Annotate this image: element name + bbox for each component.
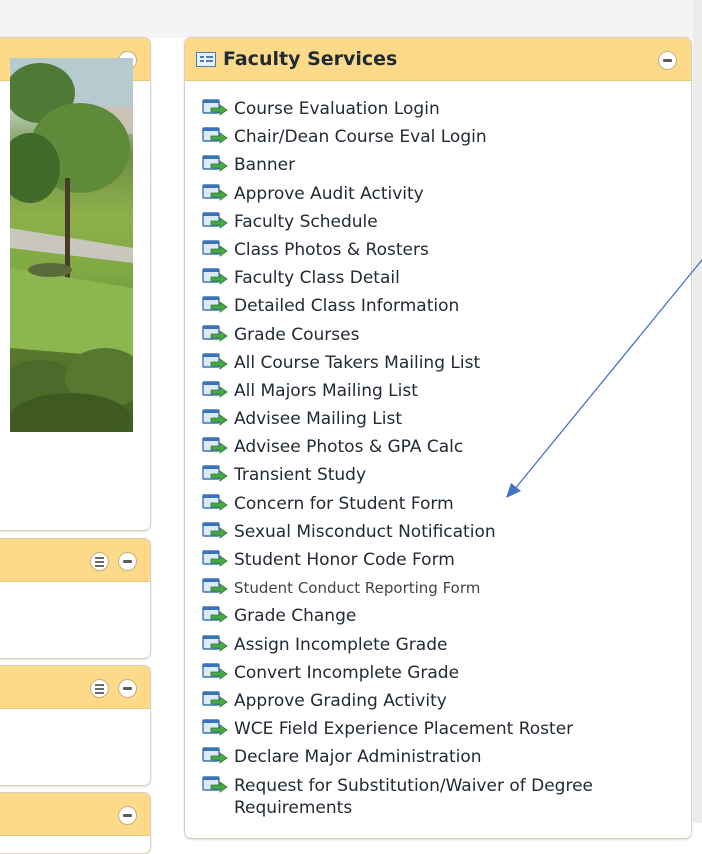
faculty-link[interactable]: Faculty Schedule	[202, 211, 672, 239]
faculty-link[interactable]: Advisee Mailing List	[202, 408, 672, 436]
faculty-link[interactable]: Student Conduct Reporting Form	[202, 577, 672, 605]
link-arrow-icon	[202, 437, 228, 455]
faculty-link-label[interactable]: Chair/Dean Course Eval Login	[234, 127, 487, 147]
page-scrollbar[interactable]	[693, 0, 702, 823]
faculty-link-label[interactable]: Student Conduct Reporting Form	[234, 579, 480, 597]
link-arrow-icon	[202, 550, 228, 567]
link-arrow-icon	[202, 268, 228, 285]
link-arrow-icon	[202, 127, 228, 144]
link-arrow-icon	[202, 747, 228, 765]
portlet-icon	[196, 52, 216, 67]
link-arrow-icon	[202, 352, 228, 370]
link-arrow-icon	[202, 99, 228, 116]
faculty-link[interactable]: WCE Field Experience Placement Roster	[202, 718, 672, 746]
faculty-link[interactable]: Faculty Class Detail	[202, 267, 672, 295]
faculty-links-list: Course Evaluation Login Chair/Dean Course…	[202, 98, 672, 823]
link-arrow-icon	[202, 775, 228, 793]
faculty-link[interactable]: Concern for Student Form	[202, 493, 672, 521]
faculty-link-label[interactable]: Advisee Photos & GPA Calc	[234, 437, 463, 457]
faculty-link-label[interactable]: WCE Field Experience Placement Roster	[234, 719, 573, 739]
faculty-link-label[interactable]: Assign Incomplete Grade	[234, 635, 447, 655]
campus-photo	[10, 58, 133, 432]
link-arrow-icon	[202, 183, 228, 201]
faculty-link[interactable]: Transient Study	[202, 464, 672, 492]
faculty-link-label[interactable]: Faculty Class Detail	[234, 268, 400, 288]
link-arrow-icon	[202, 465, 228, 483]
faculty-link-label[interactable]: Sexual Misconduct Notification	[234, 522, 496, 542]
collapse-icon[interactable]	[118, 806, 137, 825]
faculty-link[interactable]: Banner	[202, 154, 672, 182]
faculty-link[interactable]: Class Photos & Rosters	[202, 239, 672, 267]
faculty-link[interactable]: All Majors Mailing List	[202, 380, 672, 408]
link-arrow-icon	[202, 155, 228, 173]
faculty-link-label[interactable]: Grade Courses	[234, 325, 359, 345]
faculty-link[interactable]: Detailed Class Information	[202, 295, 672, 323]
faculty-link-label[interactable]: Grade Change	[234, 606, 356, 626]
link-arrow-icon	[202, 212, 228, 229]
panel-title: Faculty Services	[223, 48, 398, 70]
link-arrow-icon	[202, 522, 228, 539]
faculty-link[interactable]: All Course Takers Mailing List	[202, 352, 672, 380]
faculty-link-label[interactable]: Course Evaluation Login	[234, 99, 440, 119]
panel-header	[0, 793, 150, 836]
top-bar	[0, 0, 702, 38]
faculty-link-label[interactable]: All Majors Mailing List	[234, 381, 418, 401]
faculty-link-label[interactable]: Declare Major Administration	[234, 747, 482, 767]
faculty-link-label[interactable]: Student Honor Code Form	[234, 550, 455, 570]
faculty-link-label[interactable]: Convert Incomplete Grade	[234, 663, 459, 683]
link-arrow-icon	[202, 691, 228, 708]
faculty-link-label[interactable]: Request for Substitution/Waiver of Degre…	[234, 776, 593, 818]
link-arrow-icon	[202, 663, 228, 680]
link-arrow-icon	[202, 324, 228, 342]
faculty-link-label[interactable]: Detailed Class Information	[234, 296, 459, 316]
link-arrow-icon	[202, 296, 228, 314]
faculty-link[interactable]: Advisee Photos & GPA Calc	[202, 436, 672, 464]
faculty-services-header: Faculty Services	[185, 38, 691, 81]
left-panel-2	[0, 538, 151, 659]
panel-header	[0, 539, 150, 582]
collapse-icon[interactable]	[118, 552, 137, 571]
faculty-link-label[interactable]: Approve Audit Activity	[234, 184, 424, 204]
collapse-icon[interactable]	[118, 679, 137, 698]
menu-icon[interactable]	[90, 679, 109, 698]
link-arrow-icon	[202, 381, 228, 398]
faculty-link[interactable]: Approve Audit Activity	[202, 183, 672, 211]
faculty-link-label[interactable]: Transient Study	[234, 465, 366, 485]
link-arrow-icon	[202, 578, 228, 595]
link-arrow-icon	[202, 719, 228, 736]
faculty-link-label[interactable]: Advisee Mailing List	[234, 409, 402, 429]
left-panel-3	[0, 665, 151, 786]
faculty-link[interactable]: Grade Change	[202, 605, 672, 633]
link-arrow-icon	[202, 493, 228, 511]
faculty-services-panel: Faculty Services Course Evaluation Login…	[184, 37, 692, 839]
faculty-link-label[interactable]: Banner	[234, 155, 295, 175]
link-arrow-icon	[202, 606, 228, 624]
faculty-link[interactable]: Approve Grading Activity	[202, 690, 672, 718]
faculty-link[interactable]: Assign Incomplete Grade	[202, 634, 672, 662]
faculty-link-label[interactable]: Faculty Schedule	[234, 212, 378, 232]
faculty-link[interactable]: Sexual Misconduct Notification	[202, 521, 672, 549]
link-arrow-icon	[202, 634, 228, 652]
faculty-link[interactable]: Chair/Dean Course Eval Login	[202, 126, 672, 154]
faculty-link[interactable]: Course Evaluation Login	[202, 98, 672, 126]
faculty-link[interactable]: Request for Substitution/Waiver of Degre…	[202, 775, 674, 823]
panel-header	[0, 666, 150, 709]
link-arrow-icon	[202, 240, 228, 257]
faculty-link-label[interactable]: All Course Takers Mailing List	[234, 353, 480, 373]
faculty-link-label[interactable]: Approve Grading Activity	[234, 691, 447, 711]
faculty-link[interactable]: Convert Incomplete Grade	[202, 662, 672, 690]
faculty-link[interactable]: Declare Major Administration	[202, 746, 672, 774]
link-arrow-icon	[202, 409, 228, 426]
faculty-link[interactable]: Grade Courses	[202, 324, 672, 352]
left-panel-4	[0, 792, 151, 854]
faculty-link[interactable]: Student Honor Code Form	[202, 549, 672, 577]
campus-photo-image	[10, 58, 133, 432]
faculty-link-label[interactable]: Concern for Student Form	[234, 494, 454, 514]
faculty-link-label[interactable]: Class Photos & Rosters	[234, 240, 429, 260]
collapse-icon[interactable]	[658, 51, 677, 70]
menu-icon[interactable]	[90, 552, 109, 571]
